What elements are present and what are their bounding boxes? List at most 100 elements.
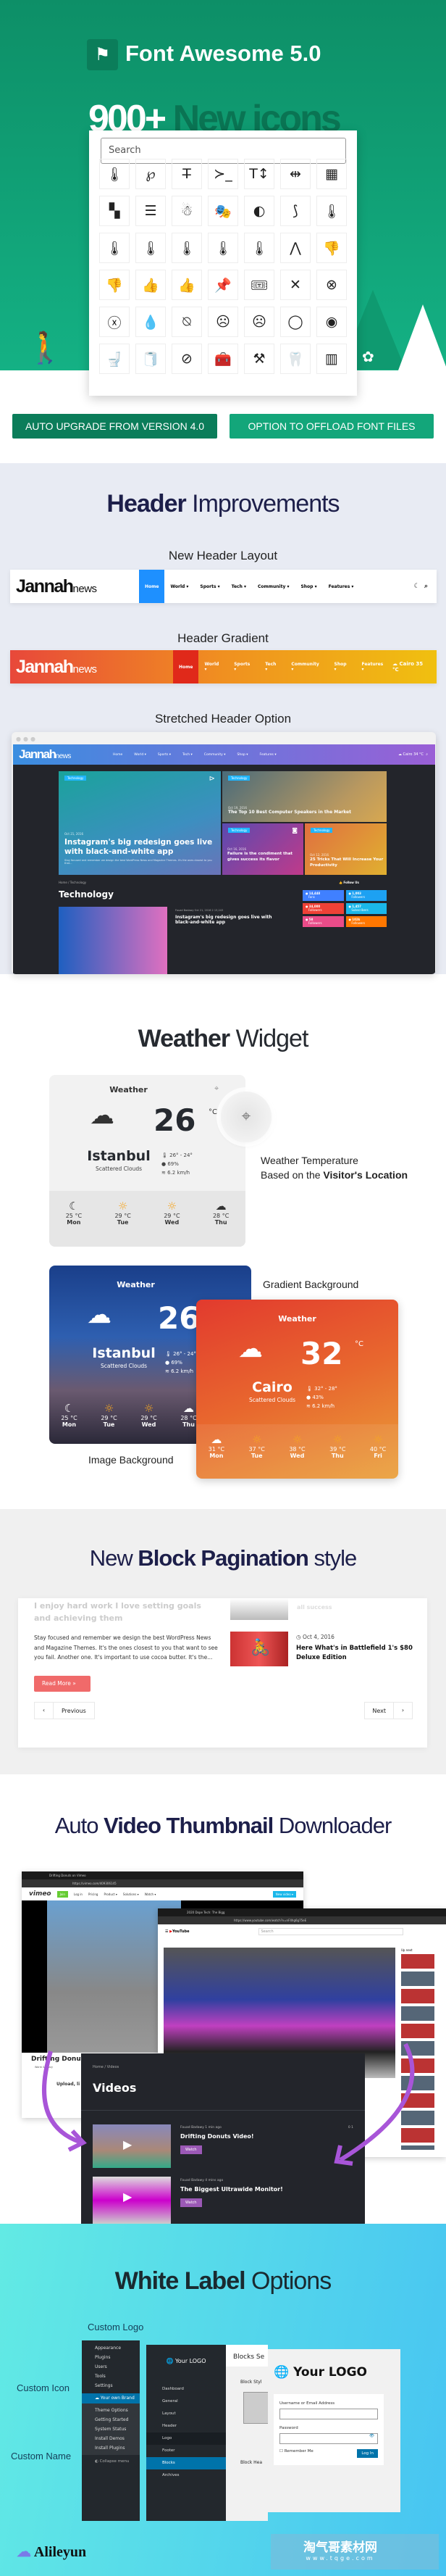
nav-item[interactable]: Home bbox=[107, 744, 128, 765]
tint-slash-icon[interactable]: ⍉ bbox=[172, 307, 202, 337]
nav-item[interactable]: Home bbox=[173, 650, 199, 684]
times-icon[interactable]: ✕ bbox=[280, 270, 311, 300]
themeisle-icon[interactable]: ⟆ bbox=[280, 196, 311, 226]
toilet-icon[interactable]: 🚽 bbox=[99, 344, 130, 374]
nav-item[interactable]: World ▾ bbox=[198, 662, 228, 672]
social-counter[interactable]: ● 34,000 Followers bbox=[303, 903, 344, 914]
tools-icon[interactable]: ⚒ bbox=[244, 344, 274, 374]
nav-item[interactable]: Features ▾ bbox=[323, 584, 360, 589]
social-counter[interactable]: ● 1,003 Followers bbox=[345, 890, 387, 901]
thumbtack-icon[interactable]: 📌 bbox=[208, 270, 238, 300]
thumbs-down-outline-icon[interactable]: 👎 bbox=[99, 270, 130, 300]
nav-item[interactable]: Sports ▾ bbox=[228, 662, 259, 672]
menu-item[interactable]: Layout bbox=[146, 2408, 226, 2420]
featured-post-main[interactable]: Technology ⊳ Oct 21, 2016 Instagram's bi… bbox=[59, 771, 221, 875]
menu-item[interactable]: Users bbox=[82, 2362, 140, 2372]
th-list-icon[interactable]: ☰ bbox=[135, 196, 166, 226]
tint-icon[interactable]: 💧 bbox=[135, 307, 166, 337]
thumbs-up-icon[interactable]: 👍 bbox=[135, 270, 166, 300]
post-thumbnail[interactable] bbox=[59, 907, 167, 974]
toolbox-icon[interactable]: 🧰 bbox=[208, 344, 238, 374]
social-counter[interactable]: ● 102k Followers bbox=[345, 916, 387, 927]
address-bar[interactable]: https://vimeo.com/409306145 bbox=[22, 1879, 303, 1887]
toggle-on-icon[interactable]: ◉ bbox=[316, 307, 347, 337]
menu-item[interactable]: Footer bbox=[146, 2445, 226, 2457]
browser-tab[interactable]: Drifting Donuts on Vimeo bbox=[22, 1871, 303, 1879]
th-icon[interactable]: ▦ bbox=[316, 159, 347, 189]
menu-item[interactable]: Getting Started bbox=[82, 2415, 140, 2425]
menu-item[interactable]: Install Demos bbox=[82, 2434, 140, 2443]
menu-item[interactable]: Theme Options bbox=[82, 2406, 140, 2415]
menu-item-your-own-brand[interactable]: ☁ Your own Brand bbox=[82, 2393, 140, 2403]
nav-item[interactable]: Community ▾ bbox=[252, 584, 295, 589]
theater-masks-icon[interactable]: 🎭 bbox=[208, 196, 238, 226]
nav-item[interactable]: Community ▾ bbox=[285, 662, 328, 672]
previous-button[interactable]: ‹ Previous bbox=[34, 1702, 95, 1719]
menu-icon[interactable]: ☰ bbox=[165, 1929, 168, 1934]
toilet-paper-icon[interactable]: 🧻 bbox=[135, 344, 166, 374]
times-circle-icon[interactable]: ⊗ bbox=[316, 270, 347, 300]
menu-item[interactable]: System Status bbox=[82, 2425, 140, 2434]
location-button[interactable]: ⌖ bbox=[221, 1092, 272, 1142]
text-width-icon[interactable]: ⇹ bbox=[280, 159, 311, 189]
menu-item[interactable]: Header bbox=[146, 2420, 226, 2432]
read-more-button[interactable]: Read More » bbox=[34, 1676, 91, 1692]
menu-item[interactable]: Install Plugins bbox=[82, 2443, 140, 2453]
username-input[interactable] bbox=[279, 2409, 378, 2419]
th-large-icon[interactable]: ▚ bbox=[99, 196, 130, 226]
dark-mode-icon[interactable]: ☾ bbox=[414, 583, 420, 590]
watch-button[interactable]: Watch bbox=[180, 2198, 202, 2207]
address-bar[interactable]: https://www.youtube.com/watch?v=nF4hg6g7… bbox=[158, 1916, 446, 1924]
nav-item[interactable]: Features ▾ bbox=[356, 662, 393, 672]
terminal-icon[interactable]: ≻_ bbox=[208, 159, 238, 189]
social-counter[interactable]: ● 1,457 Subscribers bbox=[345, 903, 387, 914]
post-thumbnail[interactable] bbox=[230, 1598, 288, 1620]
menu-item[interactable]: Plugins bbox=[82, 2353, 140, 2362]
menu-item[interactable]: Blocks bbox=[146, 2457, 226, 2469]
menu-item[interactable]: Appearance bbox=[82, 2343, 140, 2353]
thermometer-degree-icon[interactable]: 🌡 bbox=[99, 159, 130, 189]
featured-post[interactable]: Technology Oct 19, 2016 The Top 10 Best C… bbox=[222, 771, 387, 822]
text-height-icon[interactable]: T↕ bbox=[244, 159, 274, 189]
thermometer-quarter-icon[interactable]: 🌡 bbox=[208, 233, 238, 263]
toilet-paper-slash-icon[interactable]: ⊘ bbox=[172, 344, 202, 374]
nav-item[interactable]: Sports ▾ bbox=[194, 584, 225, 589]
nav-item[interactable]: Community ▾ bbox=[198, 753, 232, 757]
tired-icon[interactable]: ☹ bbox=[208, 307, 238, 337]
social-counter[interactable]: ● 58 Followers bbox=[303, 916, 344, 927]
nav-item[interactable]: Features ▾ bbox=[254, 753, 282, 757]
nav-item[interactable]: Tech ▾ bbox=[177, 753, 198, 757]
menu-item[interactable]: Archives bbox=[146, 2469, 226, 2482]
menu-item[interactable]: General bbox=[146, 2396, 226, 2408]
torah-icon[interactable]: ▥ bbox=[316, 344, 347, 374]
crosshairs-icon[interactable]: ⌖ bbox=[214, 1084, 219, 1094]
browser-tab[interactable]: 2020 Dope Tech: The Bigg bbox=[158, 1908, 446, 1916]
nav-item[interactable]: Tech ▾ bbox=[226, 584, 252, 589]
tooth-icon[interactable]: 🦷 bbox=[280, 344, 311, 374]
nav-item[interactable]: Shop ▾ bbox=[329, 662, 356, 672]
times-circle-outline-icon[interactable]: ⓧ bbox=[99, 307, 130, 337]
themeco-icon[interactable]: ◐ bbox=[244, 196, 274, 226]
the-red-yeti-icon[interactable]: ☃ bbox=[172, 196, 202, 226]
thumbs-up-outline-icon[interactable]: 👍 bbox=[172, 270, 202, 300]
tired-outline-icon[interactable]: ☹ bbox=[244, 307, 274, 337]
password-input[interactable]: 👁 bbox=[279, 2433, 378, 2444]
featured-post[interactable]: Technology ◙ Oct 16, 2016 Failure is the … bbox=[222, 823, 303, 875]
think-peaks-icon[interactable]: ⋀ bbox=[280, 233, 311, 263]
thumbs-down-icon[interactable]: 👎 bbox=[316, 233, 347, 263]
thermometer-three-quarters-icon[interactable]: 🌡 bbox=[244, 233, 274, 263]
featured-post[interactable]: Technology Oct 12, 2016 25 Tricks That Wi… bbox=[305, 823, 387, 875]
auto-upgrade-button[interactable]: AUTO UPGRADE FROM VERSION 4.0 bbox=[12, 414, 217, 439]
menu-item[interactable]: Settings bbox=[82, 2381, 140, 2390]
offload-fonts-button[interactable]: OPTION TO OFFLOAD FONT FILES bbox=[230, 414, 434, 439]
thermometer-icon[interactable]: 🌡 bbox=[316, 196, 347, 226]
search-icon[interactable]: ⌕ bbox=[424, 583, 428, 590]
post-title[interactable]: Instagram's big redesign goes live with … bbox=[175, 915, 277, 925]
login-button[interactable]: Log In bbox=[357, 2449, 378, 2458]
post-title[interactable]: Here What's in Battlefield 1's $80 Delux… bbox=[296, 1644, 419, 1662]
nav-item[interactable]: Home bbox=[139, 570, 165, 603]
ticket-icon[interactable]: 🎟 bbox=[244, 270, 274, 300]
nav-item[interactable]: Shop ▾ bbox=[232, 753, 254, 757]
battlefield-thumbnail[interactable]: 🚴 bbox=[230, 1632, 288, 1666]
collapse-menu[interactable]: ◐ Collapse menu bbox=[82, 2455, 140, 2464]
